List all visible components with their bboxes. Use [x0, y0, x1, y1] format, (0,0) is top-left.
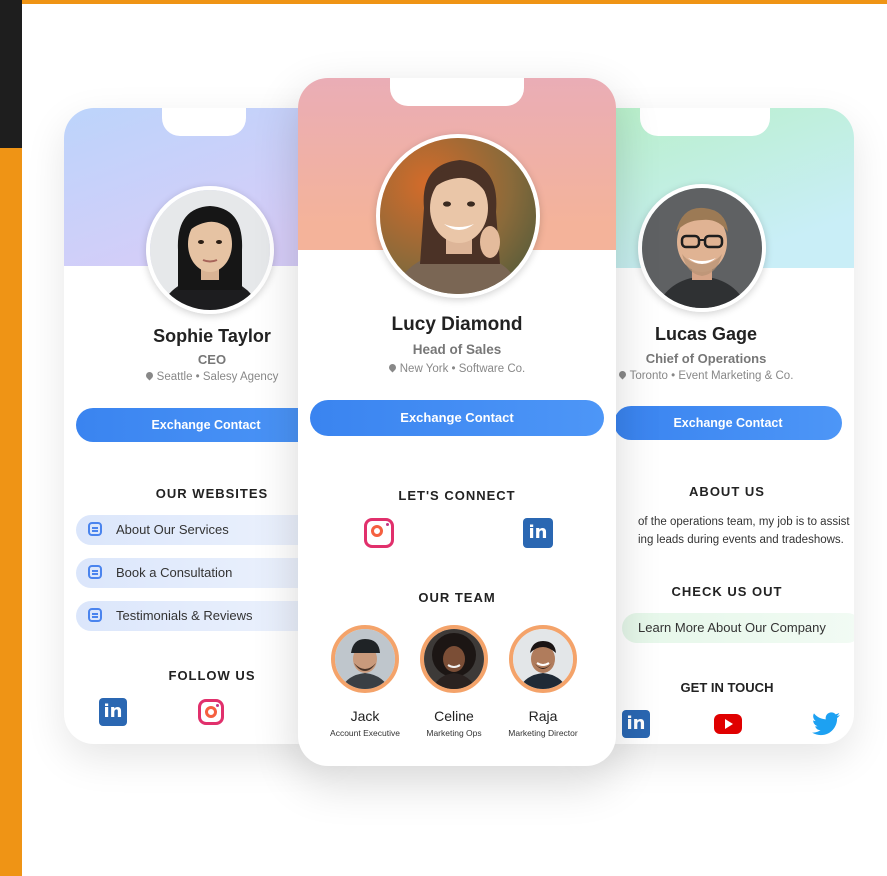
team-role-jack: Account Executive	[330, 728, 400, 738]
left-card-location-text: Seattle • Salesy Agency	[156, 371, 279, 383]
team-avatar-celine[interactable]	[420, 625, 488, 693]
right-card-avatar	[638, 184, 766, 312]
team-name-raja: Raja	[528, 708, 558, 724]
right-learn-more-link[interactable]: Learn More About Our Company	[622, 613, 854, 643]
center-card-location-text: New York • Software Co.	[399, 363, 526, 375]
canvas: Lucas Gage Chief of Operations Toronto •…	[22, 4, 887, 876]
center-profile-card: Lucy Diamond Head of Sales New York • So…	[298, 78, 616, 766]
linkedin-icon[interactable]: in	[99, 698, 127, 726]
location-pin-icon	[617, 369, 628, 380]
center-team-heading: OUR TEAM	[418, 590, 496, 605]
right-card-name: Lucas Gage	[654, 324, 758, 344]
right-about-heading: ABOUT US	[689, 484, 765, 499]
center-card-name: Lucy Diamond	[391, 314, 523, 335]
right-touch-heading: GET IN TOUCH	[680, 680, 774, 695]
location-pin-icon	[387, 362, 398, 373]
right-card-location-text: Toronto • Event Marketing & Co.	[629, 370, 794, 382]
center-card-role: Head of Sales	[412, 342, 502, 357]
right-exchange-contact-button[interactable]: Exchange Contact	[614, 406, 842, 440]
linkedin-icon[interactable]: in	[622, 710, 650, 738]
right-card-location: Toronto • Event Marketing & Co.	[582, 369, 830, 382]
linkedin-icon[interactable]: in	[523, 518, 553, 548]
right-learn-more-label: Learn More About Our Company	[638, 620, 826, 635]
left-website-label-1: About Our Services	[116, 522, 229, 537]
location-pin-icon	[144, 370, 155, 381]
team-avatar-raja[interactable]	[509, 625, 577, 693]
youtube-icon[interactable]	[714, 714, 742, 734]
right-about-line2: ing leads during events and tradeshows.	[638, 534, 844, 546]
left-website-label-2: Book a Consultation	[116, 565, 233, 580]
document-icon	[88, 608, 102, 622]
twitter-icon[interactable]	[812, 712, 840, 736]
document-icon	[88, 522, 102, 536]
center-card-notch	[390, 78, 524, 106]
center-card-avatar	[376, 134, 540, 298]
center-card-location: New York • Software Co.	[298, 362, 616, 375]
center-exchange-contact-button[interactable]: Exchange Contact	[310, 400, 604, 436]
document-icon	[88, 565, 102, 579]
right-profile-card: Lucas Gage Chief of Operations Toronto •…	[582, 108, 854, 744]
right-card-role: Chief of Operations	[645, 351, 767, 366]
right-about-line1: of the operations team, my job is to ass…	[638, 516, 850, 528]
team-name-celine: Celine	[434, 708, 474, 724]
team-role-raja: Marketing Director	[508, 728, 578, 738]
left-exchange-contact-button[interactable]: Exchange Contact	[76, 408, 336, 442]
left-card-notch	[162, 108, 246, 136]
left-website-label-3: Testimonials & Reviews	[116, 608, 253, 623]
instagram-icon[interactable]	[364, 518, 394, 548]
dark-corner	[0, 0, 22, 148]
right-check-heading: CHECK US OUT	[671, 584, 783, 599]
center-connect-heading: LET'S CONNECT	[398, 488, 516, 503]
team-avatar-jack[interactable]	[331, 625, 399, 693]
instagram-icon[interactable]	[198, 699, 224, 725]
left-card-avatar	[146, 186, 274, 314]
right-card-notch	[640, 108, 770, 136]
team-role-celine: Marketing Ops	[426, 728, 482, 738]
team-name-jack: Jack	[350, 708, 380, 724]
